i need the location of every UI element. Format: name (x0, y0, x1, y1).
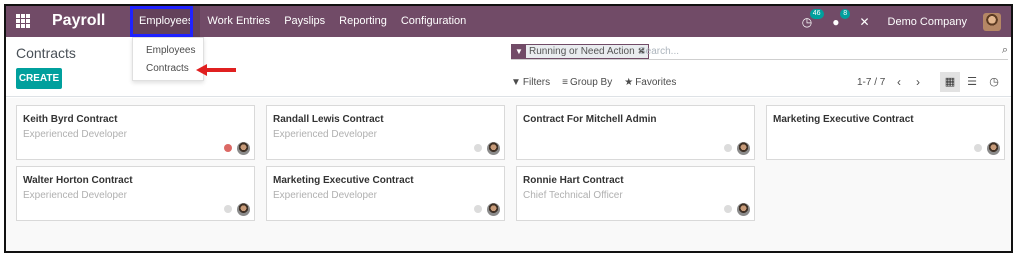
message-count-badge: 8 (840, 8, 851, 19)
create-button[interactable]: CREATE (16, 68, 62, 89)
breadcrumb: Contracts (16, 45, 76, 61)
status-dot[interactable] (224, 205, 232, 213)
group-by-button[interactable]: ≡ Group By (562, 77, 612, 88)
card-subtitle: Experienced Developer (273, 129, 377, 140)
menu-configuration[interactable]: Configuration (394, 6, 473, 37)
contract-card[interactable]: Marketing Executive Contract Experienced… (266, 166, 505, 221)
activity-clock-icon[interactable]: ◷ 46 (802, 8, 824, 29)
card-title: Marketing Executive Contract (273, 175, 414, 186)
filters-button[interactable]: ▼ Filters (511, 77, 550, 88)
favorites-button[interactable]: ★ Favorites (624, 77, 676, 88)
status-dot[interactable] (474, 205, 482, 213)
card-title: Marketing Executive Contract (773, 114, 914, 125)
top-navbar: Payroll Employees Work Entries Payslips … (6, 6, 1011, 37)
dropdown-item-contracts[interactable]: Contracts (146, 63, 189, 74)
status-dot[interactable] (474, 144, 482, 152)
card-title: Keith Byrd Contract (23, 114, 118, 125)
employees-dropdown-menu: Employees Contracts (132, 37, 204, 81)
card-subtitle: Experienced Developer (23, 190, 127, 201)
status-dot[interactable] (224, 144, 232, 152)
status-dot[interactable] (724, 144, 732, 152)
kanban-view-icon[interactable]: ▦ (940, 72, 960, 92)
card-title: Randall Lewis Contract (273, 114, 384, 125)
search-facet-value: Running or Need Action (529, 46, 635, 57)
systray: ◷ 46 ● 8 ✕ Demo Company (788, 6, 1001, 37)
card-subtitle: Experienced Developer (273, 190, 377, 201)
filters-label: Filters (522, 77, 551, 88)
messages-chat-icon[interactable]: ● 8 (832, 8, 851, 29)
employee-avatar (987, 142, 1000, 155)
card-subtitle: Chief Technical Officer (523, 190, 623, 201)
apps-menu-icon[interactable] (16, 14, 30, 28)
menu-reporting[interactable]: Reporting (332, 6, 394, 37)
pager-next-icon[interactable]: › (916, 75, 920, 89)
search-icon[interactable]: ⌕ (1002, 44, 1008, 57)
contract-card[interactable]: Walter Horton Contract Experienced Devel… (16, 166, 255, 221)
contract-card[interactable]: Keith Byrd Contract Experienced Develope… (16, 105, 255, 160)
employee-avatar (237, 142, 250, 155)
contract-card[interactable]: Marketing Executive Contract (766, 105, 1005, 160)
company-switcher[interactable]: Demo Company (888, 16, 967, 28)
list-view-icon[interactable]: ☰ (962, 72, 982, 92)
user-avatar[interactable] (983, 12, 1001, 31)
red-arrow-icon (196, 64, 236, 76)
funnel-icon: ▼ (511, 77, 521, 88)
debug-tools-icon[interactable]: ✕ (859, 15, 869, 29)
layers-icon: ≡ (562, 77, 568, 88)
card-title: Ronnie Hart Contract (523, 175, 624, 186)
menu-work-entries[interactable]: Work Entries (200, 6, 277, 37)
favorites-label: Favorites (635, 77, 677, 88)
contract-card[interactable]: Randall Lewis Contract Experienced Devel… (266, 105, 505, 160)
employee-avatar (737, 142, 750, 155)
search-options: ▼ Filters ≡ Group By ★ Favorites (511, 77, 688, 88)
employee-avatar (487, 203, 500, 216)
status-dot[interactable] (724, 205, 732, 213)
search-facet[interactable]: ▼ Running or Need Action ✖ (511, 44, 650, 59)
contract-card[interactable]: Ronnie Hart Contract Chief Technical Off… (516, 166, 755, 221)
employee-avatar (487, 142, 500, 155)
status-dot[interactable] (974, 144, 982, 152)
activity-count-badge: 46 (809, 8, 824, 19)
activity-view-icon[interactable]: ◷ (984, 72, 1004, 92)
pager-previous-icon[interactable]: ‹ (897, 75, 901, 89)
group-by-label: Group By (569, 77, 613, 88)
app-frame: Payroll Employees Work Entries Payslips … (4, 4, 1013, 253)
app-name[interactable]: Payroll (52, 12, 105, 30)
filter-icon: ▼ (512, 45, 526, 58)
search-bar: ▼ Running or Need Action ✖ ⌕ (511, 43, 1008, 60)
kanban-view: Keith Byrd Contract Experienced Develope… (6, 98, 1011, 251)
card-title: Walter Horton Contract (23, 175, 133, 186)
card-subtitle: Experienced Developer (23, 129, 127, 140)
star-icon: ★ (624, 77, 634, 88)
search-input[interactable] (639, 44, 979, 59)
employee-avatar (237, 203, 250, 216)
employees-highlight-box (130, 6, 193, 37)
card-title: Contract For Mitchell Admin (523, 114, 657, 125)
pager-value[interactable]: 1-7 / 7 (857, 77, 885, 88)
dropdown-item-employees[interactable]: Employees (146, 45, 195, 56)
contract-card[interactable]: Contract For Mitchell Admin (516, 105, 755, 160)
employee-avatar (737, 203, 750, 216)
menu-payslips[interactable]: Payslips (277, 6, 332, 37)
